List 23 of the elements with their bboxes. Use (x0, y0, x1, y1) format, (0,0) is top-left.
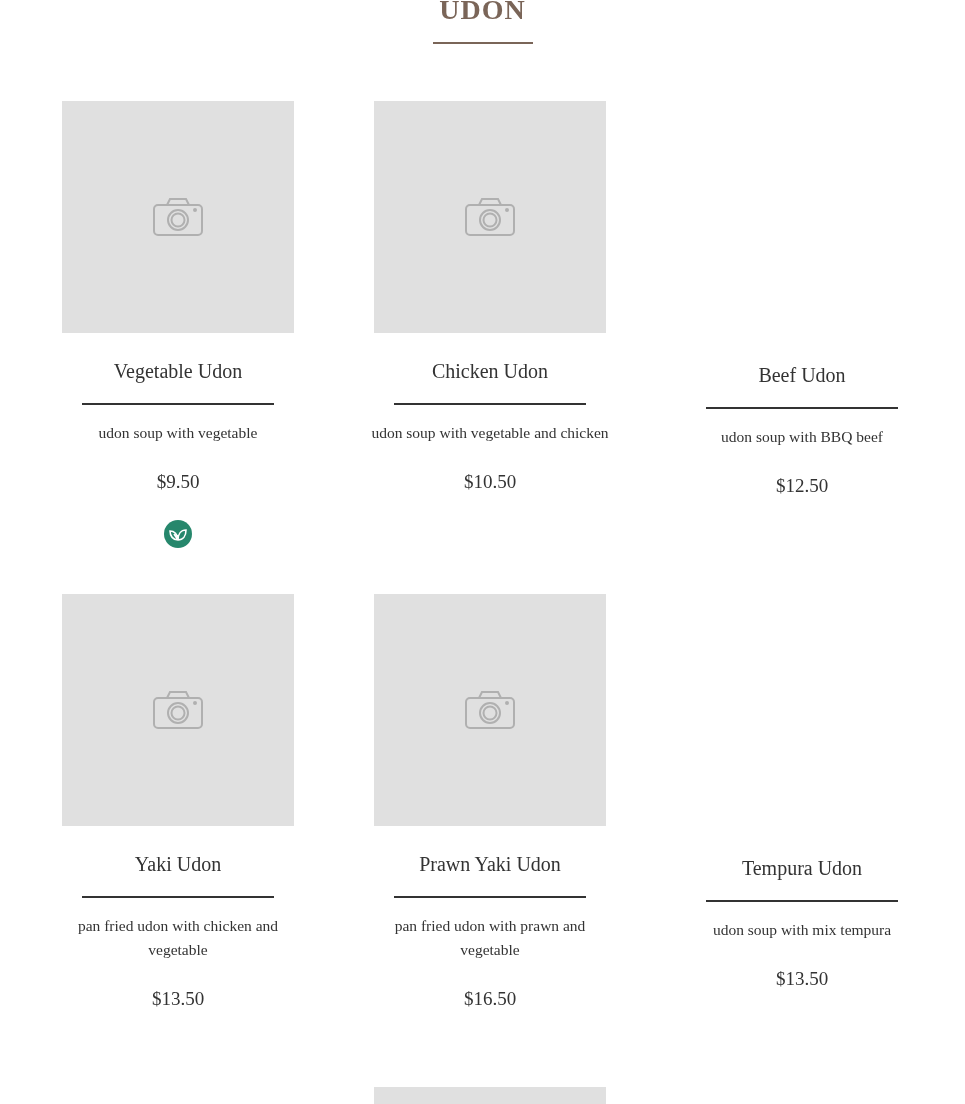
dish-name: Prawn Yaki Udon (419, 852, 561, 876)
camera-icon (153, 690, 203, 730)
dish-name: Chicken Udon (431, 359, 549, 383)
camera-icon (465, 690, 515, 730)
dish-name: Yaki Udon (134, 852, 222, 876)
dish-price: $10.50 (463, 470, 517, 494)
dish-description: udon soup with vegetable (98, 423, 258, 443)
dish-description: udon soup with BBQ beef (721, 427, 883, 447)
dish-price: $12.50 (775, 474, 829, 498)
dish-price: $9.50 (156, 470, 200, 494)
dish-name: Tempura Udon (741, 856, 863, 880)
dish-price: $13.50 (151, 987, 205, 1011)
dish-price: $13.50 (775, 967, 829, 991)
dish-price: $16.50 (463, 987, 517, 1011)
dish-description: pan fried udon with chicken and vegetable (76, 916, 280, 960)
dish-name: Vegetable Udon (113, 359, 243, 383)
camera-icon (465, 197, 515, 237)
dish-description: udon soup with mix tempura (712, 920, 892, 940)
dish-name: Beef Udon (758, 363, 846, 387)
camera-icon (153, 197, 203, 237)
dish-description: udon soup with vegetable and chicken (371, 423, 609, 443)
dish-description: pan fried udon with prawn and vegetable (393, 916, 587, 960)
section-title: UDON (438, 0, 527, 26)
